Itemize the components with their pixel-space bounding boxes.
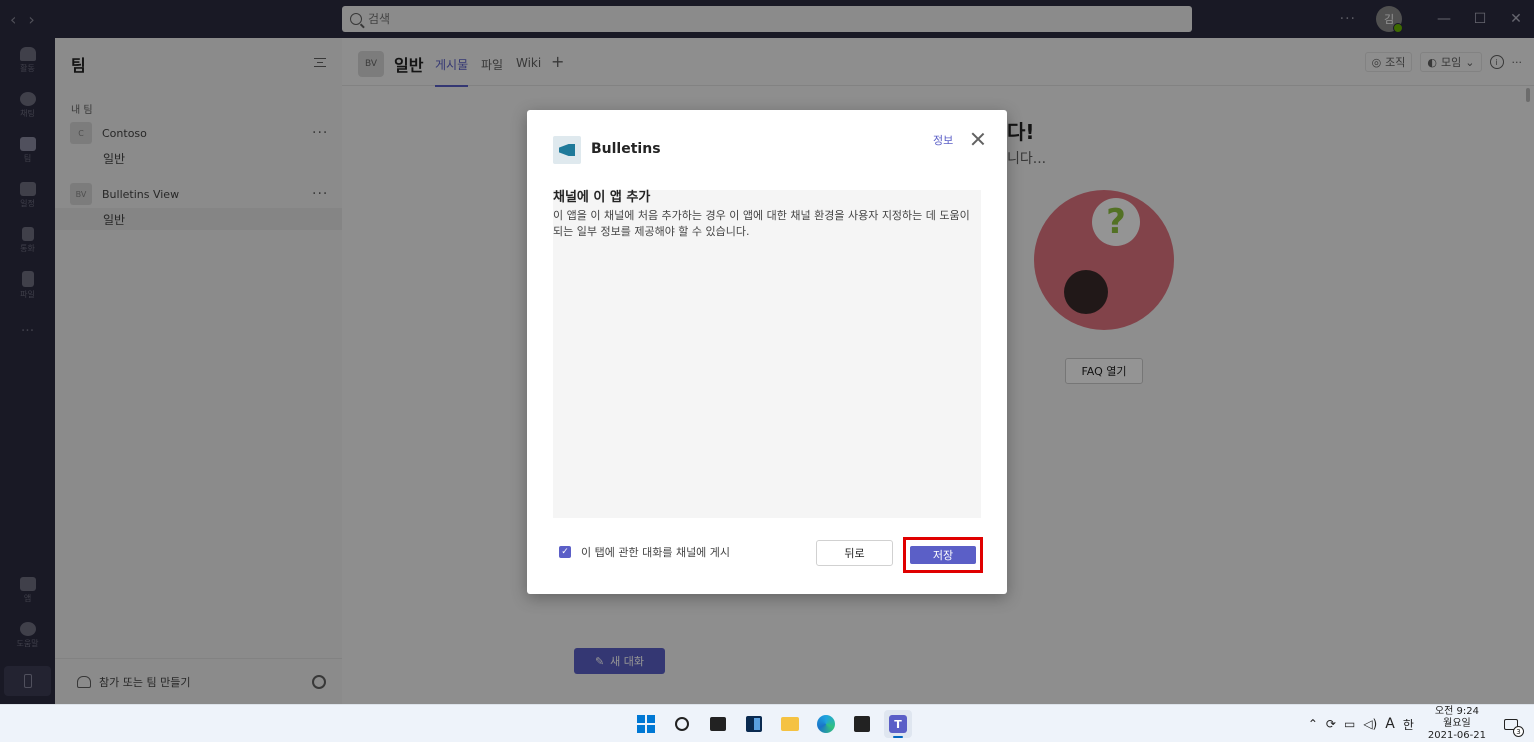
back-button[interactable]: 뒤로	[816, 540, 893, 566]
edge-browser[interactable]	[812, 710, 840, 738]
edge-icon	[817, 715, 835, 733]
chevron-up-icon[interactable]: ⌃	[1308, 717, 1318, 731]
body-description: 이 앱을 이 채널에 처음 추가하는 경우 이 앱에 대한 채널 환경을 사용자…	[553, 209, 970, 238]
teams-logo-icon: T	[889, 715, 907, 733]
volume-icon[interactable]: ◁)	[1363, 717, 1377, 731]
dialog-title: Bulletins	[591, 141, 661, 157]
ms-store[interactable]	[848, 710, 876, 738]
info-link[interactable]: 정보	[933, 132, 953, 148]
megaphone-icon	[559, 144, 575, 156]
notification-badge: 3	[1513, 726, 1524, 737]
ime-language[interactable]: A	[1385, 716, 1395, 732]
task-view[interactable]	[704, 710, 732, 738]
clock-weekday: 월요일	[1443, 718, 1471, 729]
checkbox-label: 이 탭에 관한 대화를 채널에 게시	[581, 546, 731, 559]
system-tray: ⌃ ⟳ ▭ ◁) A 한 오전 9:24 월요일 2021-06-21 3	[1304, 705, 1534, 742]
taskbar-search[interactable]	[668, 710, 696, 738]
add-app-dialog: Bulletins 정보 채널에 이 앱 추가 이 앱을 이 채널에 처음 추가…	[527, 110, 1007, 594]
clock-time: 오전 9:24	[1434, 706, 1479, 717]
windows-logo-icon	[637, 715, 655, 733]
teams-app[interactable]: T	[884, 710, 912, 738]
post-to-channel-option[interactable]: ✓ 이 탭에 관한 대화를 채널에 게시	[559, 544, 730, 560]
widgets-icon	[746, 716, 762, 732]
search-icon	[675, 717, 689, 731]
file-explorer[interactable]	[776, 710, 804, 738]
ime-mode[interactable]: 한	[1403, 716, 1414, 733]
task-view-icon	[710, 717, 726, 731]
store-icon	[854, 716, 870, 732]
post-to-channel-checkbox[interactable]: ✓	[559, 546, 571, 558]
clock[interactable]: 오전 9:24 월요일 2021-06-21	[1428, 706, 1486, 742]
clock-date: 2021-06-21	[1427, 730, 1486, 741]
sync-icon[interactable]: ⟳	[1326, 717, 1336, 731]
network-icon[interactable]: ▭	[1344, 717, 1355, 731]
dialog-body: 채널에 이 앱 추가 이 앱을 이 채널에 처음 추가하는 경우 이 앱에 대한…	[553, 190, 981, 518]
bulletins-app-icon	[553, 136, 581, 164]
start-button[interactable]	[632, 710, 660, 738]
close-icon[interactable]	[971, 132, 985, 146]
body-heading: 채널에 이 앱 추가	[553, 190, 651, 205]
notification-center[interactable]: 3	[1500, 713, 1524, 737]
save-button[interactable]: 저장	[910, 546, 976, 564]
taskbar-apps: T	[632, 710, 912, 738]
folder-icon	[781, 717, 799, 731]
widgets[interactable]	[740, 710, 768, 738]
save-highlight-box: 저장	[903, 537, 983, 573]
windows-taskbar: T ⌃ ⟳ ▭ ◁) A 한 오전 9:24 월요일 2021-06-21 3	[0, 704, 1534, 742]
